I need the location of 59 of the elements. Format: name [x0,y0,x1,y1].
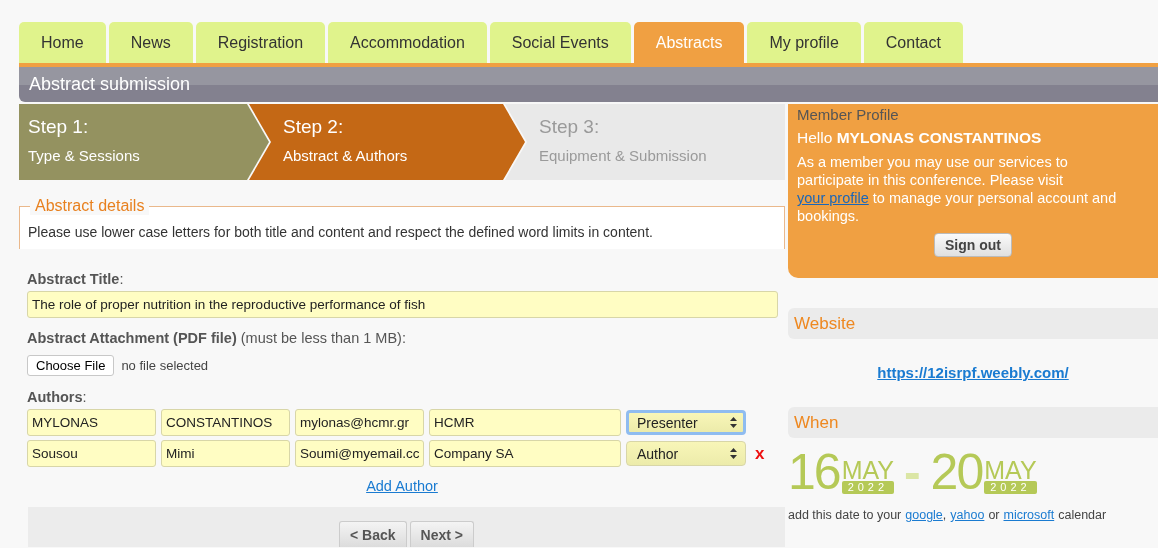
field-label: Abstract Title: [27,271,125,287]
field-label: Abstract Attachment (PDF file) (must be less than 1 MB): [27,330,407,346]
title-input-field[interactable]: The role of proper nutrition in the reproductive performance of fish [27,291,778,318]
nav-tab[interactable]: Home [19,22,106,63]
nav-tab[interactable]: Contact [863,22,963,63]
dropdown-arrows-icon [730,417,737,428]
calendar-link[interactable]: yahoo [950,508,985,522]
first-name-field[interactable]: Mimi [161,440,290,467]
date-day: 20 [930,450,983,494]
sign-out-button[interactable]: Sign out [934,233,1012,257]
nav-tab[interactable]: Registration [195,22,326,63]
calendar-text: or [988,508,1000,522]
nav-tab[interactable]: News [108,22,193,63]
step-label: Type & Sessions [28,147,141,164]
section-heading: Website [794,313,856,334]
calendar-link[interactable]: microsoft [1003,508,1055,522]
greeting: Hello MYLONAS CONSTANTINOS [797,129,1043,147]
step-label: Abstract & Authors [283,147,409,164]
add-author-link[interactable]: Add Author [366,478,438,494]
email-field[interactable]: mylonas@hcmr.gr [295,409,424,436]
file-status: no file selected [121,358,209,373]
affiliation-field[interactable]: HCMR [429,409,621,436]
website-link[interactable]: https://12isrpf.weebly.com/ [877,364,1069,381]
email-field[interactable]: Soumi@myemail.cc [295,440,424,467]
date-separator: - [903,450,921,494]
first-name-field[interactable]: CONSTANTINOS [161,409,290,436]
role-select[interactable]: Presenter [626,410,746,435]
step-number: Step 3: [539,116,601,138]
member-info-text: As a member you may use our services to participate in this conference. Please visit your profile to manage your personal account and bookings. [797,153,1118,225]
panel-heading: Member Profile [797,106,900,123]
role-select[interactable]: Author [626,441,746,466]
nav-button[interactable]: Next > [409,521,474,547]
remove-button[interactable]: x [751,443,769,464]
choose-file-button[interactable]: Choose File [27,355,115,376]
nav-button[interactable]: < Back [339,521,407,547]
nav-tab[interactable]: Social Events [489,22,631,63]
date-year: 2022 [984,481,1037,494]
field-label: Authors: [27,389,88,405]
calendar-text: add this date to your [788,508,902,522]
section-legend: Abstract details [30,197,150,215]
date-month: MAY [984,459,1037,481]
step-label: Equipment & Submission [539,147,708,164]
calendar-text: , [942,508,947,522]
step-number: Step 1: [28,116,90,138]
step-number: Step 2: [283,116,345,138]
page-title: Abstract submission [29,74,191,95]
last-name-field[interactable]: MYLONAS [27,409,156,436]
section-heading: When [794,412,839,433]
instruction-text: Please use lower case letters for both title and content and respect the defined word limits in content. [28,224,654,240]
calendar-link[interactable]: google [905,508,943,522]
calendar-text: calendar [1058,508,1107,522]
nav-tab[interactable]: My profile [747,22,861,63]
nav-tab[interactable]: Accommodation [328,22,487,63]
dropdown-arrows-icon [730,448,737,459]
date-month: MAY [841,459,894,481]
affiliation-field[interactable]: Company SA [429,440,621,467]
last-name-field[interactable]: Sousou [27,440,156,467]
date-day: 16 [788,450,840,494]
date-year: 2022 [841,481,894,494]
